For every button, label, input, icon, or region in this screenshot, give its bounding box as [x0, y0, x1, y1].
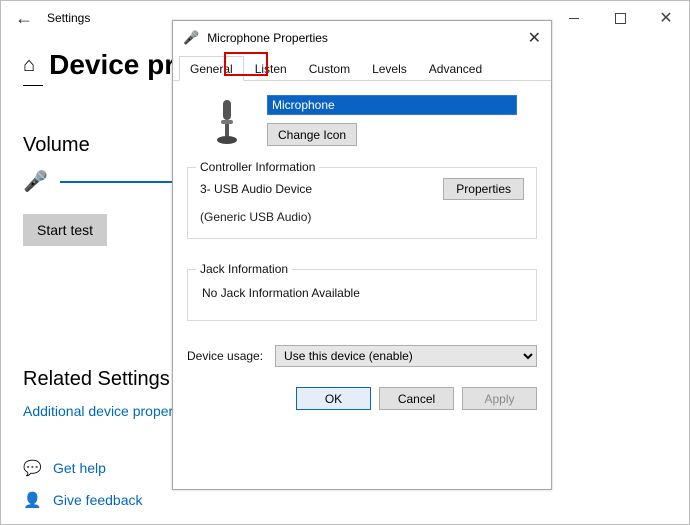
- controller-generic-name: (Generic USB Audio): [200, 210, 524, 224]
- home-icon[interactable]: ⌂: [23, 54, 35, 77]
- maximize-button[interactable]: [597, 3, 643, 33]
- jack-info-legend: Jack Information: [196, 262, 292, 276]
- dialog-microphone-icon: 🎤: [183, 30, 199, 46]
- close-window-button[interactable]: ✕: [643, 3, 689, 33]
- back-button[interactable]: ←: [1, 8, 47, 29]
- change-icon-button[interactable]: Change Icon: [267, 123, 357, 146]
- microphone-properties-dialog: 🎤 Microphone Properties ✕ General Listen…: [172, 20, 552, 490]
- dialog-button-row: OK Cancel Apply: [173, 377, 551, 410]
- device-large-icon: [187, 95, 267, 151]
- dialog-close-button[interactable]: ✕: [528, 28, 541, 48]
- dialog-titlebar: 🎤 Microphone Properties ✕: [173, 21, 551, 55]
- title-underline: [23, 85, 43, 86]
- controller-info-legend: Controller Information: [196, 160, 319, 174]
- device-name-input[interactable]: [267, 95, 517, 115]
- microphone-device-icon: [207, 98, 247, 148]
- tab-page-general: Change Icon Controller Information 3- US…: [173, 81, 551, 377]
- feedback-icon: 👤: [23, 491, 39, 509]
- ok-button[interactable]: OK: [296, 387, 371, 410]
- help-icon: 💬: [23, 459, 39, 477]
- tab-custom[interactable]: Custom: [298, 56, 361, 81]
- jack-info-text: No Jack Information Available: [200, 280, 524, 306]
- device-usage-label: Device usage:: [187, 349, 263, 363]
- apply-button[interactable]: Apply: [462, 387, 537, 410]
- microphone-icon: 🎤: [23, 169, 48, 194]
- volume-slider[interactable]: [60, 181, 190, 183]
- tab-general[interactable]: General: [179, 56, 244, 81]
- tab-listen[interactable]: Listen: [244, 56, 298, 81]
- controller-properties-button[interactable]: Properties: [443, 178, 524, 200]
- start-test-button[interactable]: Start test: [23, 214, 107, 246]
- get-help-link[interactable]: Get help: [53, 460, 106, 476]
- minimize-button[interactable]: [551, 3, 597, 33]
- dialog-title: Microphone Properties: [207, 31, 527, 45]
- give-feedback-link[interactable]: Give feedback: [53, 492, 143, 508]
- device-usage-select[interactable]: Use this device (enable): [275, 345, 537, 367]
- tab-strip: General Listen Custom Levels Advanced: [173, 55, 551, 81]
- tab-advanced[interactable]: Advanced: [418, 56, 493, 81]
- controller-device-name: 3- USB Audio Device: [200, 182, 312, 196]
- cancel-button[interactable]: Cancel: [379, 387, 454, 410]
- tab-levels[interactable]: Levels: [361, 56, 418, 81]
- jack-information-group: Jack Information No Jack Information Ava…: [187, 269, 537, 321]
- settings-window-title: Settings: [47, 11, 90, 25]
- controller-information-group: Controller Information 3- USB Audio Devi…: [187, 167, 537, 239]
